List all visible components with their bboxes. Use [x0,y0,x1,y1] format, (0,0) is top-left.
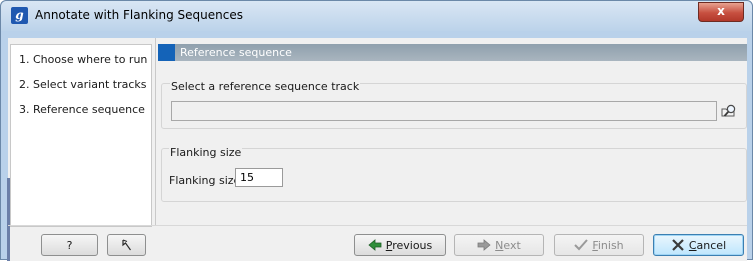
panel-header-marker-icon [158,44,175,61]
help-button[interactable]: ? [41,234,98,256]
wizard-steps-list: 1. Choose where to run 2. Select variant… [10,44,152,227]
checkmark-icon [574,239,589,251]
left-edge-accent [7,178,10,261]
app-logo-icon: g [11,7,28,24]
reset-button[interactable] [107,234,146,256]
footer-divider [8,225,747,226]
previous-label: Previous [385,238,433,252]
help-label: ? [66,238,73,252]
cancel-button[interactable]: Cancel [653,234,744,256]
vertical-divider [155,38,156,225]
browse-folder-icon[interactable] [720,102,738,120]
arrow-right-icon [477,239,491,251]
panel-header-title: Reference sequence [180,46,292,59]
finish-button[interactable]: Finish [554,234,644,256]
flanking-group-label: Flanking size [169,146,243,159]
next-button[interactable]: Next [454,234,544,256]
flanking-size-input[interactable] [235,168,283,187]
step-item-choose-where-to-run: 1. Choose where to run [19,53,148,66]
finish-label: Finish [592,238,624,252]
cancel-label: Cancel [688,238,727,252]
next-label: Next [495,238,521,252]
step-item-reference-sequence: 3. Reference sequence [19,103,145,116]
step-item-select-variant-tracks: 2. Select variant tracks [19,78,147,91]
panel-header: Reference sequence [158,44,747,61]
flanking-size-label: Flanking size [169,174,241,187]
close-button[interactable]: x [698,2,744,22]
reference-track-field[interactable] [171,101,717,121]
dialog-body: 1. Choose where to run 2. Select variant… [7,38,747,261]
reset-arrow-icon [121,239,131,251]
dialog-window: g Annotate with Flanking Sequences x 1. … [0,0,753,261]
previous-button[interactable]: Previous [354,234,446,256]
cancel-x-icon [672,239,684,251]
window-title: Annotate with Flanking Sequences [35,8,243,22]
reference-group-label: Select a reference sequence track [170,80,361,93]
title-bar[interactable]: g Annotate with Flanking Sequences x [1,1,752,31]
arrow-left-icon [368,239,382,251]
